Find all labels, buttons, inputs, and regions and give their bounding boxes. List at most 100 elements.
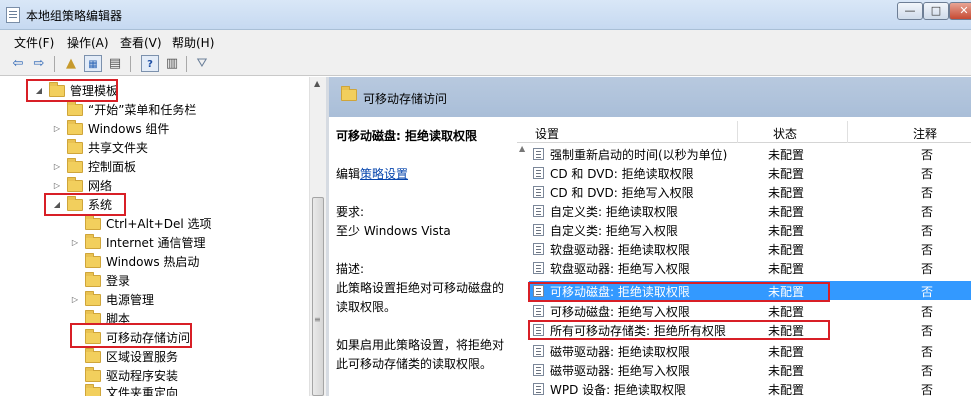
requirements-value: 至少 Windows Vista	[336, 224, 451, 238]
filter-icon[interactable]: ⛛	[193, 55, 211, 72]
policy-setting-icon	[533, 167, 544, 179]
list-header: 设置 状态 注释	[517, 121, 971, 143]
table-row[interactable]: 磁带驱动器: 拒绝读取权限 未配置 否	[529, 341, 971, 360]
toolbar: ⇦ ⇨ ▲ ▦ ▤ ? ▥ ⛛	[0, 52, 971, 76]
tree-item-logon[interactable]: 登录	[70, 271, 130, 290]
edit-policy-link[interactable]: 策略设置	[360, 167, 408, 181]
table-row[interactable]: CD 和 DVD: 拒绝读取权限 未配置 否	[529, 163, 971, 182]
minimize-button[interactable]: —	[897, 2, 923, 20]
table-row[interactable]: 自定义类: 拒绝写入权限 未配置 否	[529, 220, 971, 239]
forward-arrow-icon[interactable]: ⇨	[30, 55, 48, 72]
tree-item-control-panel[interactable]: ▷ 控制面板	[52, 157, 136, 176]
list-left-scroll-edge: ▲	[517, 144, 529, 396]
tree-item-label: Ctrl+Alt+Del 选项	[106, 217, 212, 231]
policy-setting-icon	[533, 364, 544, 376]
description-text: 此策略设置拒绝对可移动磁盘的读取权限。	[336, 281, 505, 314]
highlight-box-all-removable-storage	[528, 320, 830, 340]
folder-icon	[85, 214, 101, 230]
export-list-icon[interactable]: ▤	[106, 55, 124, 72]
table-row[interactable]: CD 和 DVD: 拒绝写入权限 未配置 否	[529, 182, 971, 201]
close-button[interactable]: ✕	[949, 2, 971, 20]
policy-setting-icon	[533, 205, 544, 217]
requirements-label: 要求:	[336, 205, 365, 219]
tree-item-windows-hotstart[interactable]: Windows 热启动	[70, 252, 199, 271]
tree-item-shared-folders[interactable]: 共享文件夹	[52, 138, 148, 157]
tree-item-windows-components[interactable]: ▷ Windows 组件	[52, 119, 169, 138]
table-row[interactable]: 软盘驱动器: 拒绝写入权限 未配置 否	[529, 258, 971, 277]
scrollbar-thumb[interactable]	[312, 197, 324, 396]
maximize-button[interactable]: □	[923, 2, 949, 20]
expand-arrow-icon[interactable]: ▷	[52, 162, 62, 171]
tree-item-label: Windows 组件	[88, 122, 170, 136]
properties-icon[interactable]: ▥	[163, 55, 181, 72]
column-note[interactable]: 注释	[913, 125, 937, 142]
policy-setting-icon	[533, 305, 544, 317]
policy-setting-icon	[533, 262, 544, 274]
policy-setting-icon	[533, 148, 544, 160]
table-row[interactable]: WPD 设备: 拒绝读取权限 未配置 否	[529, 379, 971, 396]
tree-item-label: 区域设置服务	[106, 350, 179, 364]
column-divider[interactable]	[847, 121, 848, 143]
description-enable-text: 如果启用此策略设置，将拒绝对此可移动存储类的读取权限。	[336, 338, 505, 371]
column-setting[interactable]: 设置	[535, 125, 559, 142]
folder-icon	[85, 252, 101, 268]
up-folder-icon[interactable]: ▲	[62, 55, 80, 72]
tree-item-ctrl-alt-del[interactable]: Ctrl+Alt+Del 选项	[70, 214, 211, 233]
table-row[interactable]: 强制重新启动的时间(以秒为单位) 未配置 否	[529, 144, 971, 163]
table-row[interactable]: 软盘驱动器: 拒绝读取权限 未配置 否	[529, 239, 971, 258]
folder-icon	[85, 271, 101, 287]
tree-item-folder-redirection[interactable]: 文件夹重定向	[70, 383, 178, 396]
policy-setting-icon	[533, 224, 544, 236]
scroll-grip-icon: ≡	[314, 315, 321, 324]
expand-arrow-icon[interactable]: ▷	[52, 181, 62, 190]
folder-icon	[341, 86, 357, 101]
tree-item-start-menu[interactable]: “开始”菜单和任务栏	[52, 100, 196, 119]
folder-icon	[67, 119, 83, 135]
folder-icon	[85, 290, 101, 306]
highlight-box-removable-storage	[70, 323, 192, 348]
tree-item-label: 登录	[106, 274, 131, 288]
tree-item-label: Internet 通信管理	[106, 236, 206, 250]
expand-arrow-icon[interactable]: ▷	[70, 295, 80, 304]
expand-arrow-icon[interactable]: ▷	[52, 124, 62, 133]
toolbar-separator	[186, 56, 187, 72]
menu-action[interactable]: 操作(A)	[67, 34, 109, 51]
tree-scrollbar[interactable]: ▲ ≡	[309, 77, 326, 396]
menu-bar: 文件(F) 操作(A) 查看(V) 帮助(H)	[0, 30, 971, 52]
column-state[interactable]: 状态	[773, 125, 797, 142]
policy-tree: ◢ 管理模板 “开始”菜单和任务栏 ▷ Windows 组件 共享文件夹 ▷ 控…	[0, 77, 322, 396]
folder-icon	[67, 100, 83, 116]
table-row[interactable]: 自定义类: 拒绝读取权限 未配置 否	[529, 201, 971, 220]
back-arrow-icon[interactable]: ⇦	[9, 55, 27, 72]
tree-item-label: 电源管理	[106, 293, 155, 307]
tree-item-label: 文件夹重定向	[106, 386, 179, 396]
scroll-up-arrow-icon[interactable]: ▲	[519, 144, 525, 153]
highlight-box-removable-disk-read	[528, 282, 830, 302]
help-icon[interactable]: ?	[141, 55, 159, 72]
tree-item-label: 控制面板	[88, 160, 137, 174]
tree-item-power-management[interactable]: ▷ 电源管理	[70, 290, 154, 309]
table-row[interactable]: 可移动磁盘: 拒绝写入权限 未配置 否	[529, 301, 971, 320]
column-divider[interactable]	[737, 121, 738, 143]
description-label: 描述:	[336, 262, 365, 276]
edit-prefix: 编辑	[336, 167, 361, 181]
folder-icon	[67, 176, 83, 192]
tree-item-locale-services[interactable]: 区域设置服务	[70, 347, 178, 366]
expand-arrow-icon[interactable]: ▷	[70, 238, 80, 247]
folder-icon	[85, 383, 101, 396]
scroll-up-arrow-icon[interactable]: ▲	[314, 79, 320, 88]
menu-view[interactable]: 查看(V)	[120, 34, 162, 51]
show-tree-icon[interactable]: ▦	[84, 55, 102, 72]
toolbar-separator	[130, 56, 131, 72]
tree-item-label: Windows 热启动	[106, 255, 200, 269]
edit-line: 编辑策略设置	[336, 165, 408, 184]
menu-help[interactable]: 帮助(H)	[172, 34, 214, 51]
window-title: 本地组策略编辑器	[26, 9, 123, 23]
tree-item-label: 驱动程序安装	[106, 369, 179, 383]
tree-item-label: “开始”菜单和任务栏	[88, 103, 197, 117]
tree-item-internet-comm[interactable]: ▷ Internet 通信管理	[70, 233, 205, 252]
folder-icon	[85, 233, 101, 249]
menu-file[interactable]: 文件(F)	[14, 34, 54, 51]
policy-setting-icon	[533, 186, 544, 198]
table-row[interactable]: 磁带驱动器: 拒绝写入权限 未配置 否	[529, 360, 971, 379]
